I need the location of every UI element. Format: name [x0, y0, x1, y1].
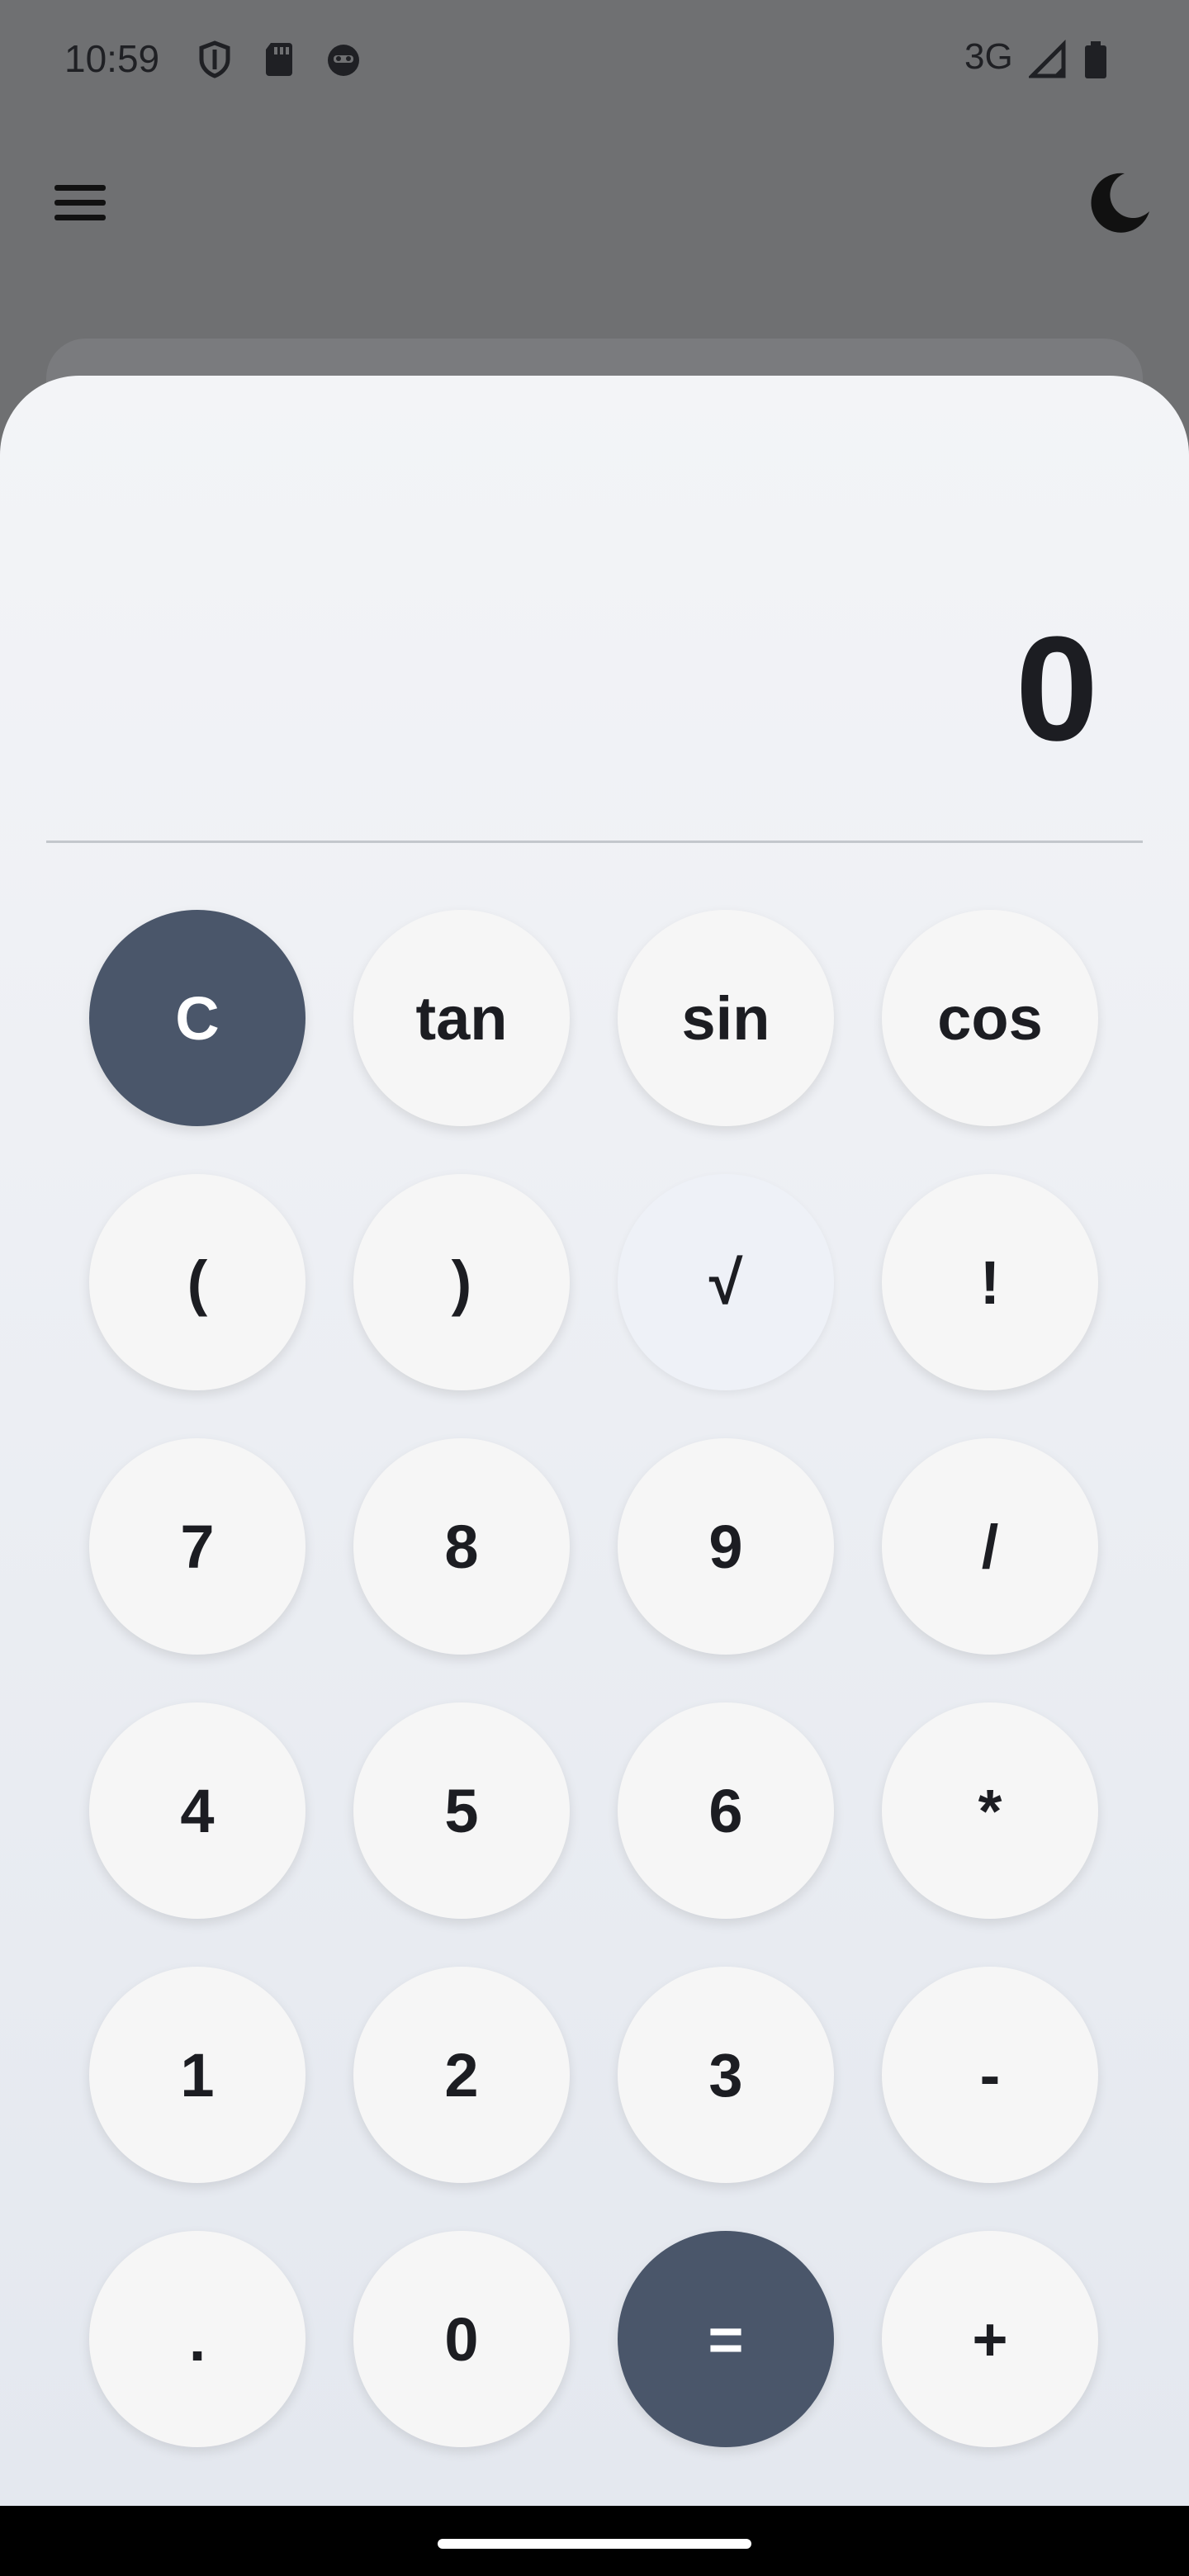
display-divider: [46, 841, 1143, 843]
divide-button[interactable]: /: [882, 1438, 1098, 1655]
close-paren-button[interactable]: ): [353, 1174, 570, 1390]
digit-1-button[interactable]: 1: [89, 1967, 306, 2183]
digit-8-button[interactable]: 8: [353, 1438, 570, 1655]
calculator-sheet: 0 C tan sin cos ( ) √ ! 7 8 9 / 4 5 6 * …: [0, 376, 1189, 2506]
digit-0-button[interactable]: 0: [353, 2231, 570, 2447]
theme-toggle-button[interactable]: [1082, 165, 1158, 241]
add-button[interactable]: +: [882, 2231, 1098, 2447]
digit-6-button[interactable]: 6: [618, 1702, 834, 1919]
digit-5-button[interactable]: 5: [353, 1702, 570, 1919]
moon-icon: [1091, 173, 1149, 233]
display-value: 0: [1015, 606, 1098, 772]
factorial-button[interactable]: !: [882, 1174, 1098, 1390]
expression-area: [46, 458, 1143, 673]
open-paren-button[interactable]: (: [89, 1174, 306, 1390]
tan-button[interactable]: tan: [353, 910, 570, 1126]
navigation-bar: [0, 2506, 1189, 2576]
menu-button[interactable]: [50, 173, 116, 231]
sqrt-button[interactable]: √: [618, 1174, 834, 1390]
digit-7-button[interactable]: 7: [89, 1438, 306, 1655]
decimal-button[interactable]: .: [89, 2231, 306, 2447]
home-gesture-handle[interactable]: [438, 2539, 751, 2549]
signal-icon: [1026, 39, 1067, 79]
clear-button[interactable]: C: [89, 910, 306, 1126]
multiply-button[interactable]: *: [882, 1702, 1098, 1919]
battery-icon: [1083, 40, 1108, 79]
digit-4-button[interactable]: 4: [89, 1702, 306, 1919]
digit-3-button[interactable]: 3: [618, 1967, 834, 2183]
digit-9-button[interactable]: 9: [618, 1438, 834, 1655]
cos-button[interactable]: cos: [882, 910, 1098, 1126]
status-bar: 10:59 3G: [0, 0, 1189, 124]
equals-button[interactable]: =: [618, 2231, 834, 2447]
sin-button[interactable]: sin: [618, 910, 834, 1126]
app-face-icon: [324, 40, 363, 79]
status-time: 10:59: [64, 37, 160, 80]
subtract-button[interactable]: -: [882, 1967, 1098, 2183]
shield-icon: [195, 40, 234, 79]
digit-2-button[interactable]: 2: [353, 1967, 570, 2183]
network-type: 3G: [964, 36, 1013, 77]
sd-card-icon: [259, 40, 299, 79]
